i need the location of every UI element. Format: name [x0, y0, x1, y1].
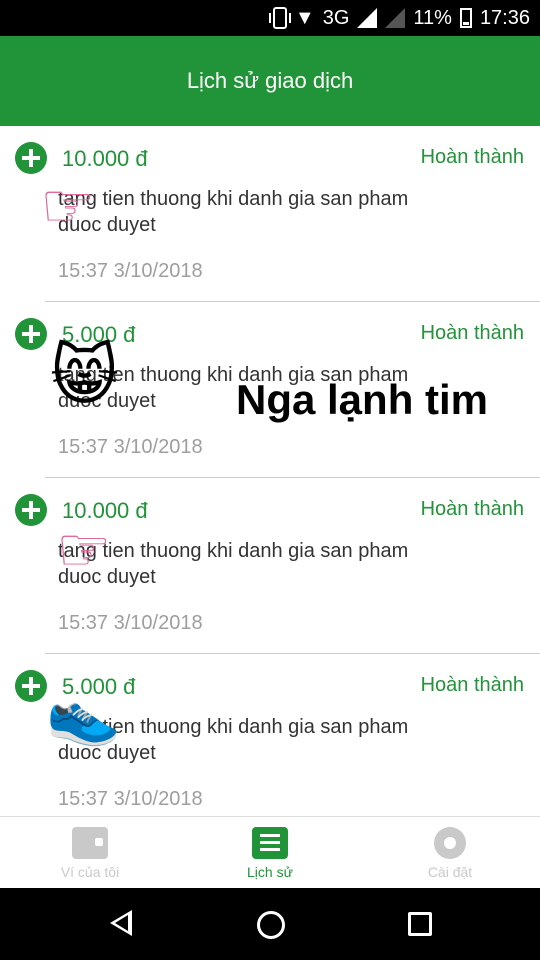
- nav-item-wallet[interactable]: Ví của tôi: [0, 817, 180, 889]
- clock: 17:36: [479, 6, 530, 29]
- wallet-icon: [72, 827, 108, 859]
- status-bar: ▼ 3G 11% 17:36: [0, 0, 540, 36]
- network-type: 3G: [322, 6, 350, 29]
- plus-circle-icon: [15, 318, 47, 350]
- nav-label: Cài đặt: [427, 864, 473, 880]
- home-icon[interactable]: [257, 911, 285, 939]
- transaction-item[interactable]: 10.000 đ Hoàn thành tang tien thuong khi…: [0, 478, 540, 654]
- bottom-nav: Ví của tôi Lịch sử Cài đặt: [0, 816, 540, 888]
- transaction-time: 15:37 3/10/2018: [58, 260, 203, 282]
- nav-label: Ví của tôi: [60, 864, 120, 880]
- nav-item-settings[interactable]: Cài đặt: [360, 817, 540, 889]
- battery-percent: 11%: [413, 6, 452, 29]
- signal-icon: [357, 8, 378, 28]
- plus-circle-icon: [15, 670, 47, 702]
- list-icon: [252, 827, 288, 859]
- transaction-item[interactable]: 10.000 đ Hoàn thành tang tien thuong khi…: [0, 126, 540, 302]
- transaction-description: tang tien thuong khi danh gia san pham d…: [58, 540, 409, 588]
- plus-circle-icon: [15, 142, 47, 174]
- transaction-amount: 10.000 đ: [62, 146, 148, 171]
- overlay-caption: Nga lạnh tim: [236, 376, 489, 423]
- nav-item-history[interactable]: Lịch sử: [180, 817, 360, 889]
- vibrate-icon: [268, 7, 291, 29]
- transaction-time: 15:37 3/10/2018: [58, 788, 203, 810]
- sneaker-icon: 👟: [46, 680, 121, 747]
- app-bar: Lịch sử giao dịch: [0, 36, 540, 126]
- gear-icon: [434, 827, 466, 859]
- plus-circle-icon: [15, 494, 47, 526]
- nav-label: Lịch sử: [247, 864, 293, 880]
- transaction-status: Hoàn thành: [420, 146, 524, 168]
- wifi-icon: ▼: [294, 6, 315, 29]
- transaction-time: 15:37 3/10/2018: [58, 436, 203, 458]
- transaction-status: Hoàn thành: [420, 498, 524, 520]
- transaction-status: Hoàn thành: [420, 674, 524, 696]
- transaction-item[interactable]: 5.000 đ Hoàn thành tang tien thuong khi …: [0, 654, 540, 816]
- transaction-time: 15:37 3/10/2018: [58, 612, 203, 634]
- battery-icon: [459, 8, 472, 28]
- transaction-description: tang tien thuong khi danh gia san pham d…: [58, 188, 409, 236]
- grinning-cat-icon: 😸: [50, 338, 119, 412]
- transaction-list[interactable]: 10.000 đ Hoàn thành tang tien thuong khi…: [0, 126, 540, 816]
- page-title: Lịch sử giao dịch: [186, 68, 354, 93]
- recent-apps-icon[interactable]: [408, 912, 432, 936]
- pointing-hand-icon: ☞: [56, 516, 112, 585]
- system-nav-bar: [0, 888, 540, 960]
- signal-empty-icon: [385, 8, 406, 28]
- transaction-status: Hoàn thành: [420, 322, 524, 344]
- back-icon[interactable]: [110, 910, 132, 936]
- pointing-hand-icon: ☞: [40, 172, 96, 241]
